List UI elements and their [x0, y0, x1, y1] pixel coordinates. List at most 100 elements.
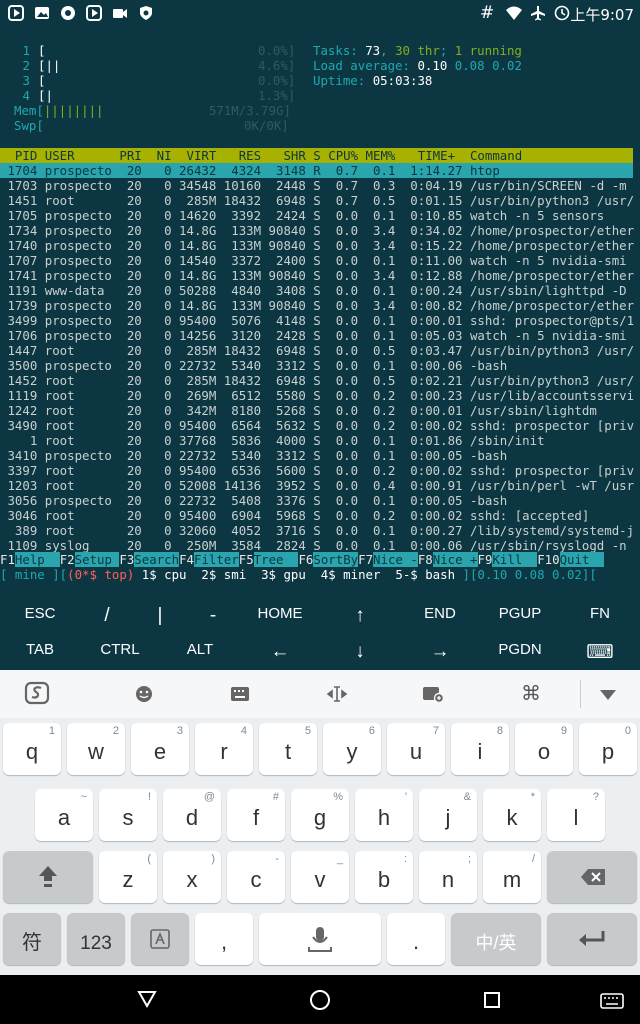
process-row[interactable]: 3500 prospecto 20 0 22732 5340 3312 S 0.… [0, 358, 633, 373]
fkey-f7[interactable]: F7 [358, 552, 373, 567]
extra-key-row2-6[interactable]: PGDN [480, 641, 560, 658]
key-d[interactable]: @ d [163, 789, 221, 841]
fkey-f5[interactable]: F5 [239, 552, 254, 567]
key-x[interactable]: ) x [163, 851, 221, 903]
key-k[interactable]: * k [483, 789, 541, 841]
process-row[interactable]: 1739 prospecto 20 0 14.8G 133M 90840 S 0… [0, 298, 634, 313]
process-row[interactable]: 1740 prospecto 20 0 14.8G 133M 90840 S 0… [0, 238, 634, 253]
process-row[interactable]: 3490 root 20 0 95400 6564 5632 S 0.0 0.2… [0, 418, 634, 433]
fkey-f8[interactable]: F8 [418, 552, 433, 567]
process-row[interactable]: 1704 prospecto 20 0 26432 4324 3148 R 0.… [0, 163, 633, 178]
process-row[interactable]: 3397 root 20 0 95400 6536 5600 S 0.0 0.2… [0, 463, 634, 478]
key-r[interactable]: 4r [195, 723, 253, 775]
process-row[interactable]: 1451 root 20 0 285M 18432 6948 S 0.7 0.5… [0, 193, 634, 208]
process-row[interactable]: 1741 prospecto 20 0 14.8G 133M 90840 S 0… [0, 268, 634, 283]
home-icon[interactable] [309, 989, 331, 1011]
process-row[interactable]: 1 root 20 0 37768 5836 4000 S 0.0 0.1 0:… [0, 433, 633, 448]
extra-key-6[interactable]: END [400, 605, 480, 622]
process-row[interactable]: 1191 www-data 20 0 50288 4840 3408 S 0.0… [0, 283, 633, 298]
language-switch-key[interactable]: 中/英 [451, 913, 541, 965]
fkey-label-f5[interactable]: Tree [253, 552, 299, 567]
key-n[interactable]: ; n [419, 851, 477, 903]
extra-key-row2-1[interactable]: CTRL [80, 641, 160, 658]
key-g[interactable]: % g [291, 789, 349, 841]
key-o[interactable]: 9o [515, 723, 573, 775]
emoji-icon[interactable] [134, 684, 154, 704]
backspace-key[interactable] [547, 851, 637, 903]
process-table-header[interactable]: PID USER PRI NI VIRT RES SHR S CPU% MEM%… [0, 148, 633, 163]
key-m[interactable]: / m [483, 851, 541, 903]
fkey-label-f4[interactable]: Filter [193, 552, 239, 567]
process-row[interactable]: 3499 prospecto 20 0 95400 5076 4148 S 0.… [0, 313, 634, 328]
process-row[interactable]: 1707 prospecto 20 0 14540 3372 2400 S 0.… [0, 253, 633, 268]
fkey-f2[interactable]: F2 [60, 552, 75, 567]
key-y[interactable]: 6y [323, 723, 381, 775]
fkey-f9[interactable]: F9 [478, 552, 493, 567]
extra-key-4[interactable]: HOME [240, 605, 320, 622]
key-c[interactable]: -c [227, 851, 285, 903]
extra-key-7[interactable]: PGUP [480, 605, 560, 622]
key-t[interactable]: 5t [259, 723, 317, 775]
key-e[interactable]: 3e [131, 723, 189, 775]
process-row[interactable]: 1242 root 20 0 342M 8180 5268 S 0.0 0.2 … [0, 403, 633, 418]
fkey-label-f1[interactable]: Help [14, 552, 60, 567]
process-row[interactable]: 1109 syslog 20 0 250M 3584 2824 S 0.0 0.… [0, 538, 633, 553]
back-icon[interactable] [137, 990, 157, 1008]
key-l[interactable]: ? l [547, 789, 605, 841]
process-row[interactable]: 1447 root 20 0 285M 18432 6948 S 0.0 0.5… [0, 343, 634, 358]
extra-key-row2-2[interactable]: ALT [160, 641, 240, 658]
process-row[interactable]: 389 root 20 0 32060 4052 3716 S 0.0 0.1 … [0, 523, 634, 538]
comma-key[interactable]: , [195, 913, 253, 965]
numbers-key[interactable]: 123 [67, 913, 125, 965]
extra-key-row2-0[interactable]: TAB [0, 641, 80, 658]
shift-key[interactable] [3, 851, 93, 903]
key-u[interactable]: 7u [387, 723, 445, 775]
terminal-htop[interactable]: 1[0.0%] 2 [|| 4.6%] 3[0.0%] 4 [| 1.3%] Mem[|||||… [0, 40, 640, 590]
fkey-f6[interactable]: F6 [298, 552, 313, 567]
keyboard-layout-icon[interactable] [230, 686, 250, 702]
fkey-f10[interactable]: F10 [537, 552, 559, 567]
fkey-label-f2[interactable]: Setup [74, 552, 120, 567]
key-v[interactable]: _ v [291, 851, 349, 903]
process-row[interactable]: 1703 prospecto 20 0 34548 10160 2448 S 0… [0, 178, 633, 193]
key-i[interactable]: 8i [451, 723, 509, 775]
fkey-label-f10[interactable]: Quit [559, 552, 605, 567]
space-key[interactable] [259, 913, 381, 965]
fkey-f1[interactable]: F1 [0, 552, 15, 567]
process-row[interactable]: 3410 prospecto 20 0 22732 5340 3312 S 0.… [0, 448, 633, 463]
process-row[interactable]: 1706 prospecto 20 0 14256 3120 2428 S 0.… [0, 328, 633, 343]
process-row[interactable]: 1705 prospecto 20 0 14620 3392 2424 S 0.… [0, 208, 633, 223]
fkey-label-f7[interactable]: Nice - [373, 552, 418, 567]
process-row[interactable]: 1203 root 20 0 52008 14136 3952 S 0.0 0.… [0, 478, 634, 493]
fkey-label-f8[interactable]: Nice + [432, 552, 478, 567]
input-mode-key[interactable] [131, 913, 189, 965]
keyboard-switch-icon[interactable] [600, 993, 624, 1009]
key-f[interactable]: # f [227, 789, 285, 841]
process-row[interactable]: 1452 root 20 0 285M 18432 6948 S 0.0 0.5… [0, 373, 634, 388]
fkey-label-f6[interactable]: SortBy [313, 552, 359, 567]
process-row[interactable]: 3046 root 20 0 95400 6904 5968 S 0.0 0.2… [0, 508, 633, 523]
extra-key-5[interactable]: ↑ [320, 605, 400, 627]
extra-key-row2-3[interactable]: ← [240, 641, 320, 663]
cursor-move-icon[interactable] [326, 685, 348, 703]
extra-key-8[interactable]: FN [560, 605, 640, 622]
symbols-key[interactable]: 符 [3, 913, 61, 965]
period-key[interactable]: . [387, 913, 445, 965]
key-b[interactable]: :b [355, 851, 413, 903]
key-s[interactable]: ! s [99, 789, 157, 841]
extra-key-row2-4[interactable]: ↓ [320, 641, 400, 663]
fkey-f4[interactable]: F4 [179, 552, 194, 567]
recents-icon[interactable] [483, 991, 501, 1009]
process-row[interactable]: 3056 prospecto 20 0 22732 5408 3376 S 0.… [0, 493, 633, 508]
key-j[interactable]: & j [419, 789, 477, 841]
fkey-f3[interactable]: F3 [119, 552, 134, 567]
extra-key-row2-7[interactable]: ⌨ [560, 641, 640, 664]
sogou-logo-icon[interactable] [24, 680, 50, 706]
key-p[interactable]: 0p [579, 723, 637, 775]
extra-key-row2-5[interactable]: → [400, 641, 480, 663]
process-row[interactable]: 1734 prospecto 20 0 14.8G 133M 90840 S 0… [0, 223, 634, 238]
key-z[interactable]: (z [99, 851, 157, 903]
command-icon[interactable]: ⌘ [511, 681, 551, 706]
key-q[interactable]: 1q [3, 723, 61, 775]
clipboard-keyboard-icon[interactable] [422, 684, 444, 704]
